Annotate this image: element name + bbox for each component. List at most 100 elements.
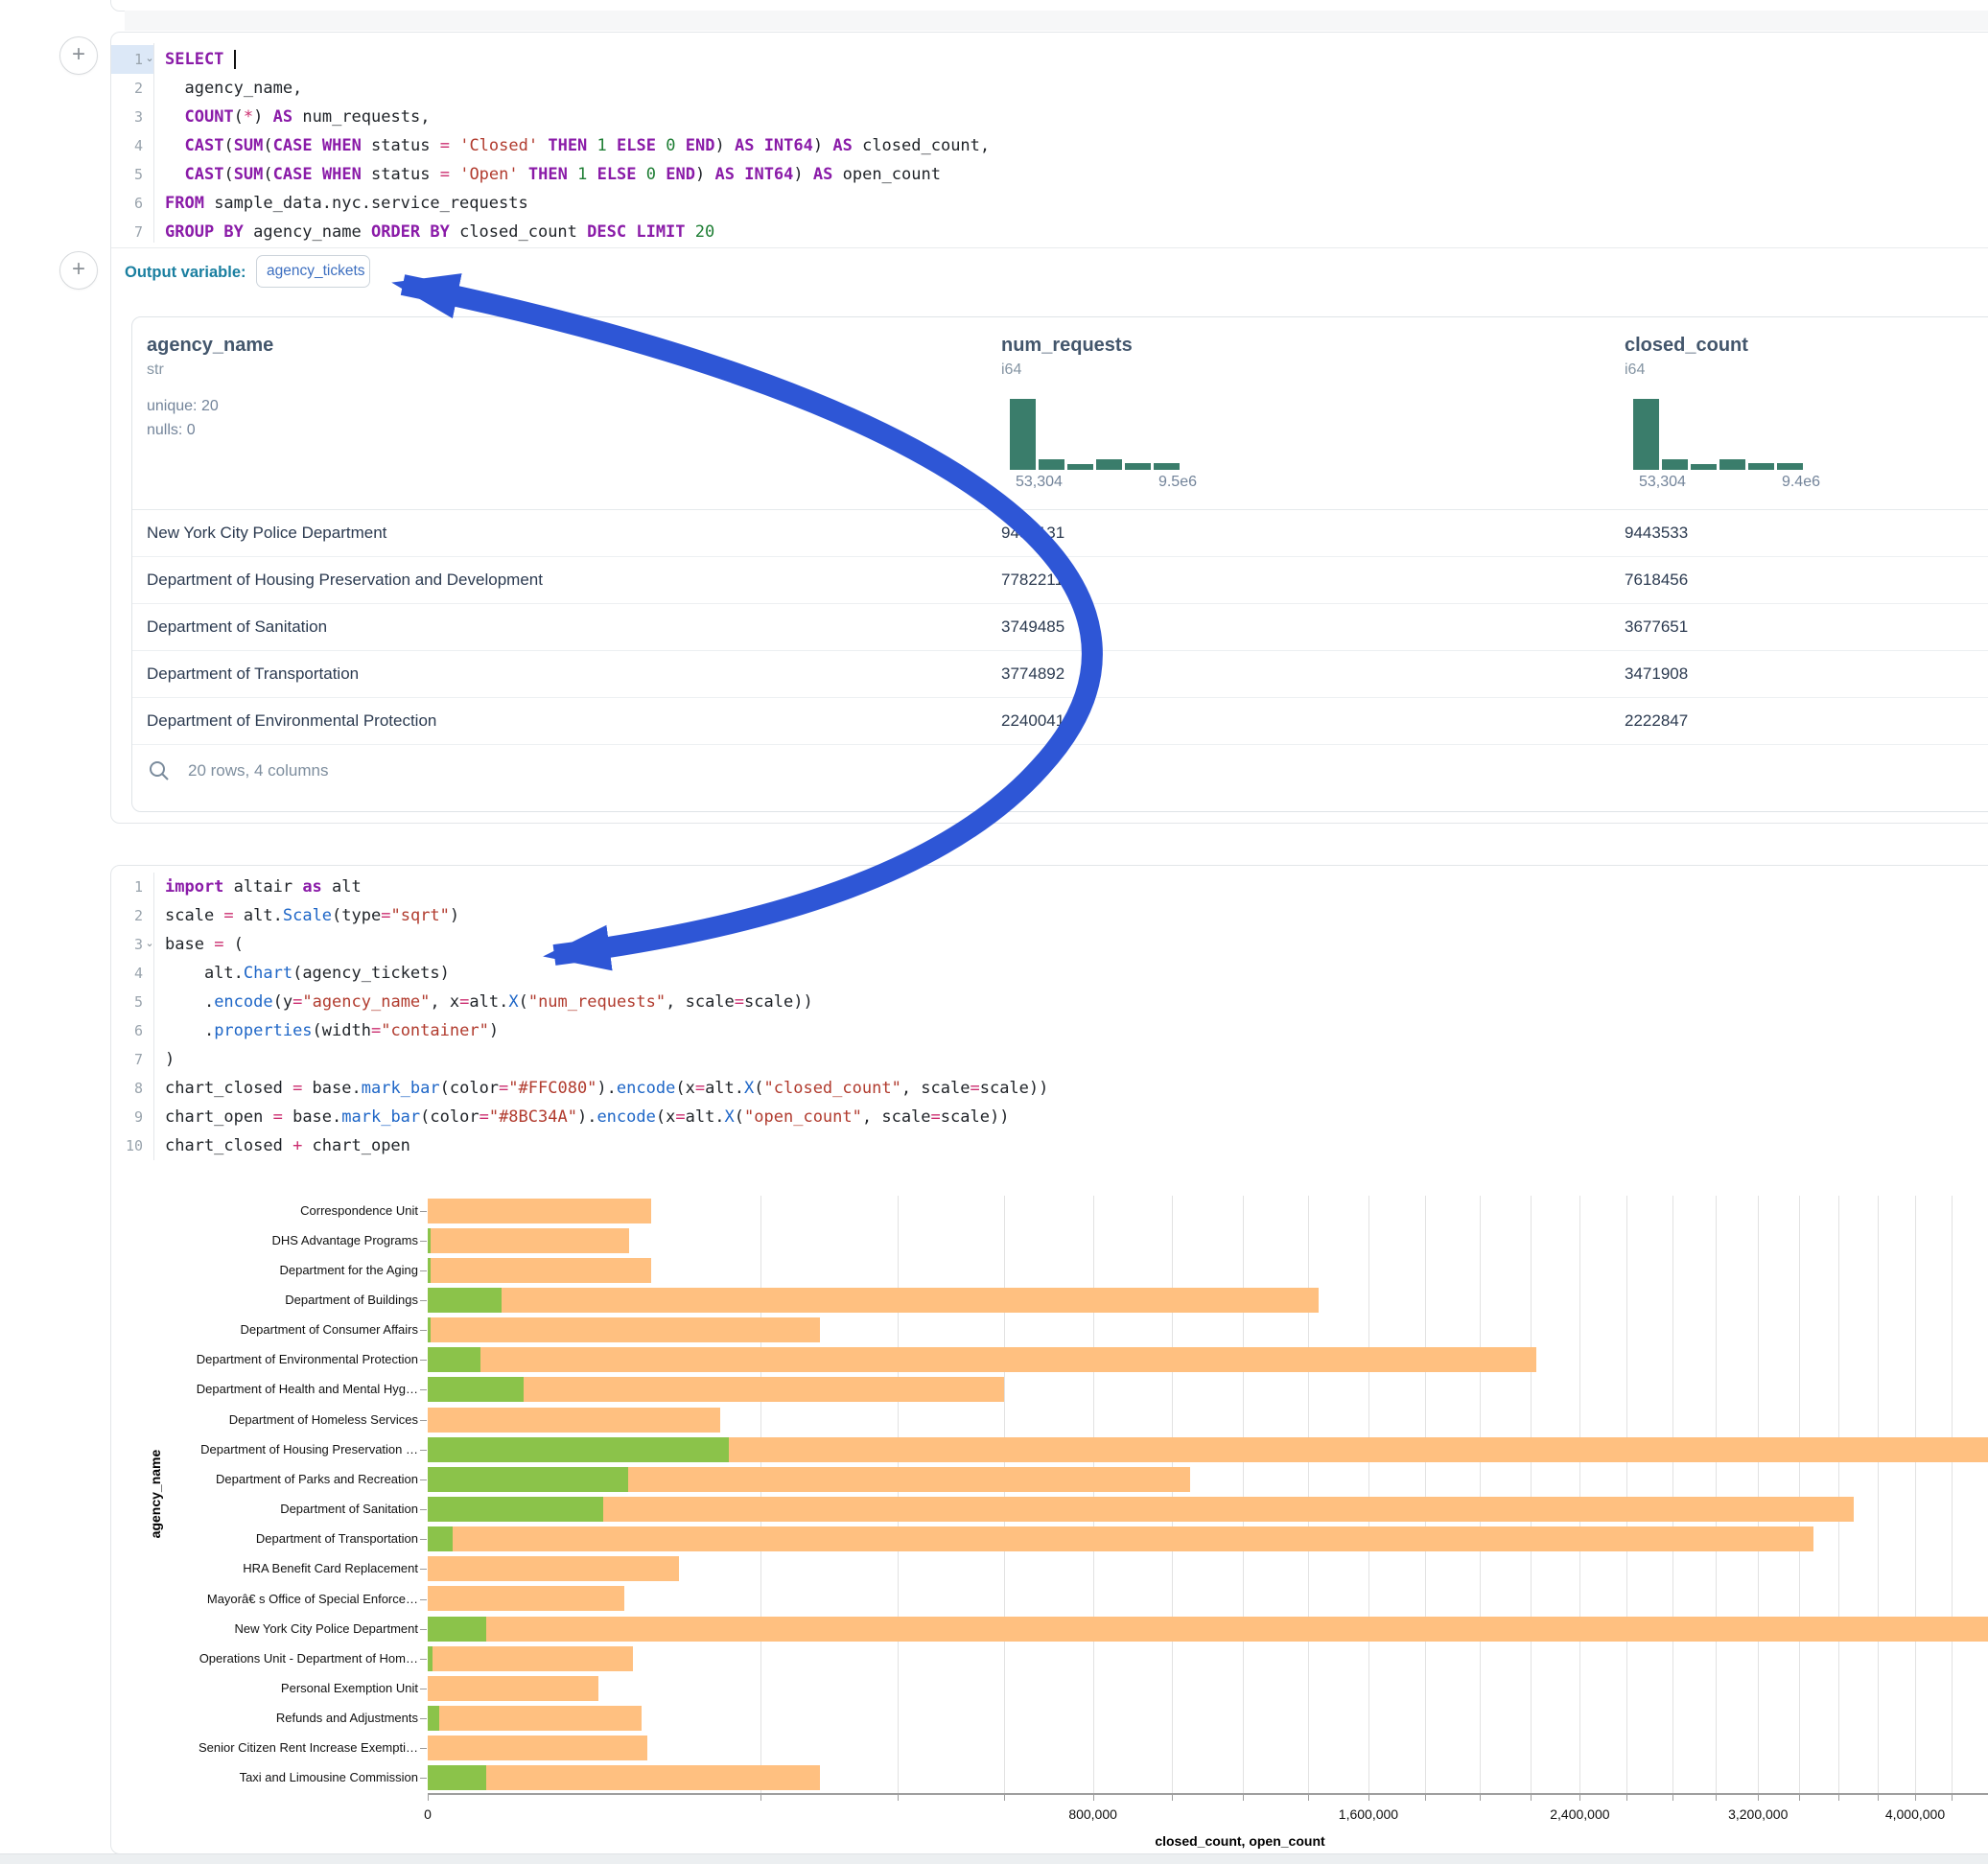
search-icon[interactable]	[148, 759, 171, 782]
code-token: .	[165, 1021, 214, 1040]
gridline	[1672, 1196, 1673, 1793]
y-axis-tick	[420, 1420, 427, 1421]
code-token: as	[302, 877, 321, 897]
code-token: COUNT	[184, 107, 233, 127]
code-token: Chart	[244, 964, 292, 983]
code-token	[165, 136, 184, 155]
code-line: import altair as alt	[165, 873, 362, 901]
y-axis-tick	[420, 1539, 427, 1540]
closed-count-bar	[428, 1676, 598, 1701]
code-token: scale))	[980, 1079, 1049, 1098]
cell-closed-count: 7618456	[1625, 556, 1688, 603]
add-cell-button-output[interactable]: +	[59, 251, 98, 290]
output-variable-pill[interactable]: agency_tickets	[256, 255, 370, 288]
table-row[interactable]: New York City Police Department945313194…	[132, 509, 1988, 557]
column-header-closed-count[interactable]: closed_count	[1625, 335, 1748, 357]
code-token: encode	[596, 1107, 655, 1127]
x-axis-tick	[1368, 1795, 1369, 1801]
add-cell-button-top[interactable]: +	[59, 36, 98, 75]
code-token: , scale	[666, 992, 735, 1012]
y-axis-label: Taxi and Limousine Commission	[125, 1770, 418, 1785]
code-token: )	[489, 1021, 499, 1040]
code-line: chart_closed + chart_open	[165, 1131, 410, 1160]
code-token: encode	[617, 1079, 675, 1098]
line-number: 2	[110, 74, 143, 103]
y-axis-label: Department of Homeless Services	[125, 1412, 418, 1428]
code-token	[450, 136, 459, 155]
code-token: )	[695, 165, 714, 184]
code-token: (color	[440, 1079, 499, 1098]
sql-gutter-divider	[153, 43, 154, 243]
x-axis-tick	[1799, 1795, 1800, 1801]
code-token: altair	[223, 877, 302, 897]
table-row[interactable]: Department of Transportation377489234719…	[132, 650, 1988, 698]
code-token: 1	[597, 136, 607, 155]
code-token: 0	[666, 136, 675, 155]
line-number: 4	[110, 131, 143, 160]
gridline	[1172, 1196, 1173, 1793]
code-token: alt.	[469, 992, 508, 1012]
x-axis-tick	[1878, 1795, 1879, 1801]
code-token: properties	[214, 1021, 312, 1040]
table-row[interactable]: Department of Environmental Protection22…	[132, 697, 1988, 745]
code-token: GROUP BY	[165, 222, 244, 242]
column-type-closed-count: i64	[1625, 361, 1645, 379]
code-token: *	[244, 107, 253, 127]
table-row[interactable]: Department of Housing Preservation and D…	[132, 556, 1988, 604]
code-token: alt.	[705, 1079, 744, 1098]
code-token: )	[793, 165, 812, 184]
code-token: chart_closed	[165, 1079, 292, 1098]
column-stat-nulls: nulls: 0	[147, 422, 196, 439]
histogram-bar	[1662, 459, 1688, 470]
closed-count-bar	[428, 1228, 629, 1253]
x-axis-tick	[1093, 1795, 1094, 1801]
code-token: 'Closed'	[459, 136, 538, 155]
code-token: (	[234, 107, 244, 127]
code-token: =	[695, 1079, 705, 1098]
column-stat-unique: unique: 20	[147, 398, 219, 415]
line-number: 3	[110, 103, 143, 131]
histogram-bar	[1010, 399, 1036, 470]
code-token: Scale	[283, 906, 332, 925]
x-axis-tick	[898, 1795, 899, 1801]
code-token: "closed_count"	[764, 1079, 901, 1098]
result-table: agency_name str unique: 20 nulls: 0 num_…	[131, 316, 1988, 812]
cell-agency-name: Department of Transportation	[147, 650, 359, 697]
code-token: AS	[714, 165, 734, 184]
column-header-num-requests[interactable]: num_requests	[1001, 335, 1133, 357]
open-count-bar	[428, 1377, 524, 1402]
code-token: chart_open	[165, 1107, 273, 1127]
y-axis-tick	[420, 1659, 427, 1660]
x-axis-tick	[1838, 1795, 1839, 1801]
y-axis-tick	[420, 1330, 427, 1331]
closed-count-bar	[428, 1706, 642, 1731]
line-number: 10	[110, 1131, 143, 1160]
x-axis-tick	[1531, 1795, 1532, 1801]
histogram-bar	[1719, 459, 1745, 470]
table-row[interactable]: Department of Sanitation37494853677651	[132, 603, 1988, 651]
code-token: )	[253, 107, 272, 127]
code-token: scale	[165, 906, 223, 925]
gridline	[1799, 1196, 1800, 1793]
code-token: LIMIT	[636, 222, 685, 242]
code-token: =	[223, 906, 233, 925]
cell-num-requests: 3749485	[1001, 603, 1064, 650]
code-token: SUM	[234, 136, 264, 155]
code-token	[313, 165, 322, 184]
closed-count-bar	[428, 1526, 1813, 1551]
code-token: SELECT	[165, 50, 223, 69]
gridline	[1626, 1196, 1627, 1793]
y-axis-label: Department of Sanitation	[125, 1502, 418, 1517]
open-count-bar	[428, 1347, 480, 1372]
x-axis-tick-label: 0	[361, 1806, 495, 1822]
code-token: , scale	[901, 1079, 971, 1098]
column-header-agency-name[interactable]: agency_name	[147, 335, 273, 357]
code-token: =	[931, 1107, 941, 1127]
code-line: alt.Chart(agency_tickets)	[165, 959, 450, 988]
code-token: THEN	[528, 165, 568, 184]
cell-agency-name: Department of Sanitation	[147, 603, 327, 650]
line-number: 2	[110, 901, 143, 930]
y-axis-label: HRA Benefit Card Replacement	[125, 1561, 418, 1576]
y-axis-tick	[420, 1450, 427, 1451]
gridline	[1308, 1196, 1309, 1793]
